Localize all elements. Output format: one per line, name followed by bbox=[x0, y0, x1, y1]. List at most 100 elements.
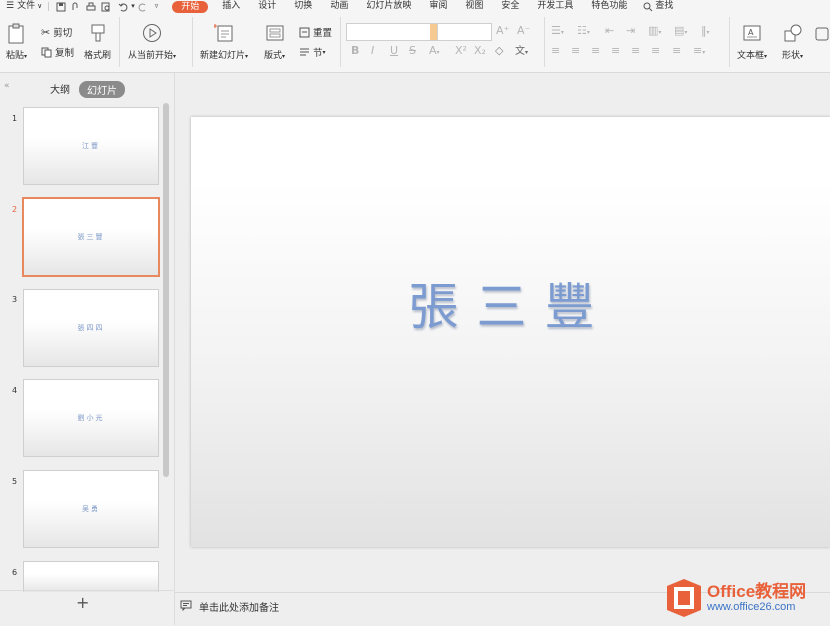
notes-placeholder: 单击此处添加备注 bbox=[199, 603, 279, 614]
undo-icon[interactable] bbox=[117, 1, 128, 12]
slide-title[interactable]: 張三豐 bbox=[191, 267, 830, 339]
tab-design[interactable]: 设计 bbox=[256, 0, 278, 13]
distribute-icon[interactable]: ≡ bbox=[631, 44, 640, 57]
slide-thumbnail-selected[interactable]: 張三豐 bbox=[22, 197, 160, 277]
slide-number: 3 bbox=[12, 295, 18, 304]
section-icon bbox=[300, 48, 309, 55]
undo-history-icon[interactable] bbox=[70, 1, 81, 12]
justify-icon[interactable]: ≡ bbox=[611, 44, 620, 57]
align-left-icon[interactable]: ≡ bbox=[551, 44, 560, 57]
italic-icon[interactable]: I bbox=[371, 44, 374, 57]
print-preview-icon[interactable] bbox=[100, 1, 111, 12]
slide-thumbnail[interactable]: 劉小光 bbox=[23, 379, 159, 457]
copy-button[interactable]: 复制 bbox=[41, 45, 74, 59]
increase-font-icon[interactable]: A⁺ bbox=[496, 24, 509, 37]
copy-icon bbox=[41, 47, 52, 57]
file-menu[interactable]: ☰ 文件 ∨ bbox=[6, 0, 42, 13]
textbox-button[interactable]: A 文本框▾ bbox=[737, 23, 767, 61]
tab-transitions[interactable]: 切换 bbox=[292, 0, 314, 13]
slide-thumbnail[interactable]: 江豐 bbox=[23, 107, 159, 185]
tab-animation[interactable]: 动画 bbox=[328, 0, 350, 13]
textbox-icon: A bbox=[743, 25, 761, 41]
shape-button[interactable]: 形状▾ bbox=[782, 23, 803, 61]
tab-view[interactable]: 视图 bbox=[463, 0, 485, 13]
line-spacing-icon[interactable]: ‖▾ bbox=[701, 24, 710, 37]
bold-icon[interactable]: B bbox=[351, 44, 359, 57]
reset-icon bbox=[299, 27, 310, 37]
comment-icon bbox=[180, 600, 192, 611]
collapse-panel-icon[interactable]: « bbox=[4, 81, 10, 91]
new-slide-button[interactable]: 新建幻灯片▾ bbox=[200, 23, 248, 61]
align-center-icon[interactable]: ≡ bbox=[571, 44, 580, 57]
reset-button[interactable]: 重置 bbox=[299, 25, 332, 39]
align-bottom-icon[interactable]: ≡▾ bbox=[693, 44, 705, 57]
tab-slides[interactable]: 幻灯片 bbox=[79, 81, 125, 98]
increase-indent-icon[interactable]: ⇥ bbox=[626, 24, 635, 37]
slides-panel: « 大纲 幻灯片 1 江豐 2 張三豐 3 張四四 4 劉小光 5 吴勇 6 + bbox=[0, 73, 175, 625]
tab-slideshow[interactable]: 幻灯片放映 bbox=[364, 0, 413, 13]
save-icon[interactable] bbox=[55, 1, 66, 12]
watermark-url: www.office26.com bbox=[707, 600, 796, 613]
slide-canvas[interactable]: 張三豐 bbox=[191, 117, 830, 547]
customize-quickbar-icon[interactable]: ▿ bbox=[155, 0, 159, 13]
slide-number: 5 bbox=[12, 477, 18, 486]
panel-scrollbar[interactable] bbox=[163, 103, 169, 477]
office26-watermark: Office教程网 www.office26.com bbox=[665, 576, 830, 620]
chevron-down-icon: ∨ bbox=[37, 2, 43, 10]
svg-text:A: A bbox=[748, 28, 754, 37]
tab-home[interactable]: 开始 bbox=[172, 0, 209, 13]
slide-number: 1 bbox=[12, 114, 18, 123]
tab-insert[interactable]: 插入 bbox=[220, 0, 242, 13]
paste-button[interactable]: 粘贴▾ bbox=[6, 23, 27, 61]
decrease-indent-icon[interactable]: ⇤ bbox=[605, 24, 614, 37]
tab-special-features[interactable]: 特色功能 bbox=[589, 0, 629, 13]
add-slide-button[interactable]: + bbox=[76, 593, 89, 612]
align-middle-icon[interactable]: ≡ bbox=[672, 44, 681, 57]
slide-thumbnail[interactable]: 張四四 bbox=[23, 289, 159, 367]
tab-outline[interactable]: 大纲 bbox=[50, 81, 70, 96]
underline-icon[interactable]: U bbox=[390, 44, 398, 57]
office-logo-icon bbox=[667, 579, 701, 617]
layout-icon bbox=[266, 25, 284, 41]
play-from-current-button[interactable]: 从当前开始▾ bbox=[128, 23, 176, 61]
paste-icon bbox=[8, 23, 24, 44]
more-tools-icon[interactable] bbox=[815, 27, 829, 41]
align-right-icon[interactable]: ≡ bbox=[591, 44, 600, 57]
align-top-icon[interactable]: ≡ bbox=[651, 44, 660, 57]
undo-dropdown-icon[interactable]: ▾ bbox=[131, 0, 135, 13]
search-box[interactable]: 查找 bbox=[643, 0, 673, 13]
redo-icon[interactable] bbox=[138, 1, 149, 12]
font-family-select[interactable] bbox=[346, 23, 439, 41]
strikethrough-icon[interactable]: S bbox=[409, 44, 416, 57]
tab-developer[interactable]: 开发工具 bbox=[535, 0, 575, 13]
watermark-brand: Office教程网 bbox=[707, 581, 807, 601]
ribbon-toolbar: 粘贴▾ ✂ 剪切 复制 格式刷 从当前开始▾ 新建幻灯片▾ 版式▾ 重置 节 ▾… bbox=[0, 13, 830, 73]
print-icon[interactable] bbox=[85, 1, 96, 12]
subscript-icon[interactable]: X₂ bbox=[474, 44, 486, 57]
slide-number: 6 bbox=[12, 568, 18, 577]
phonetic-guide-icon[interactable]: 文▾ bbox=[515, 42, 528, 57]
play-icon bbox=[143, 24, 162, 42]
slide-thumbnail[interactable] bbox=[23, 561, 159, 592]
tab-review[interactable]: 审阅 bbox=[427, 0, 449, 13]
font-size-select[interactable] bbox=[437, 23, 492, 41]
font-color-icon[interactable]: A▾ bbox=[429, 44, 440, 57]
clear-format-icon[interactable]: ◇ bbox=[495, 44, 503, 57]
slide-number: 2 bbox=[12, 205, 18, 214]
shape-icon bbox=[784, 24, 802, 42]
slide-thumbnail[interactable]: 吴勇 bbox=[23, 470, 159, 548]
columns-icon[interactable]: ▥▾ bbox=[648, 24, 661, 37]
section-button[interactable]: 节 ▾ bbox=[299, 45, 326, 59]
layout-button[interactable]: 版式▾ bbox=[264, 23, 285, 61]
superscript-icon[interactable]: X² bbox=[455, 44, 467, 57]
hamburger-icon: ☰ bbox=[6, 1, 15, 11]
tab-security[interactable]: 安全 bbox=[499, 0, 521, 13]
cut-button[interactable]: ✂ 剪切 bbox=[41, 25, 72, 40]
menu-bar: ☰ 文件 ∨ ▾ ▿ 开始 插入 设计 切换 动画 幻灯片放映 审阅 视图 安全… bbox=[0, 0, 830, 13]
slide-number: 4 bbox=[12, 386, 18, 395]
bullet-list-icon[interactable]: ☰▾ bbox=[551, 24, 564, 37]
text-direction-icon[interactable]: ▤▾ bbox=[674, 24, 687, 37]
decrease-font-icon[interactable]: A⁻ bbox=[517, 24, 530, 37]
numbered-list-icon[interactable]: ☷▾ bbox=[577, 24, 590, 37]
format-painter-button[interactable]: 格式刷 bbox=[84, 23, 111, 61]
